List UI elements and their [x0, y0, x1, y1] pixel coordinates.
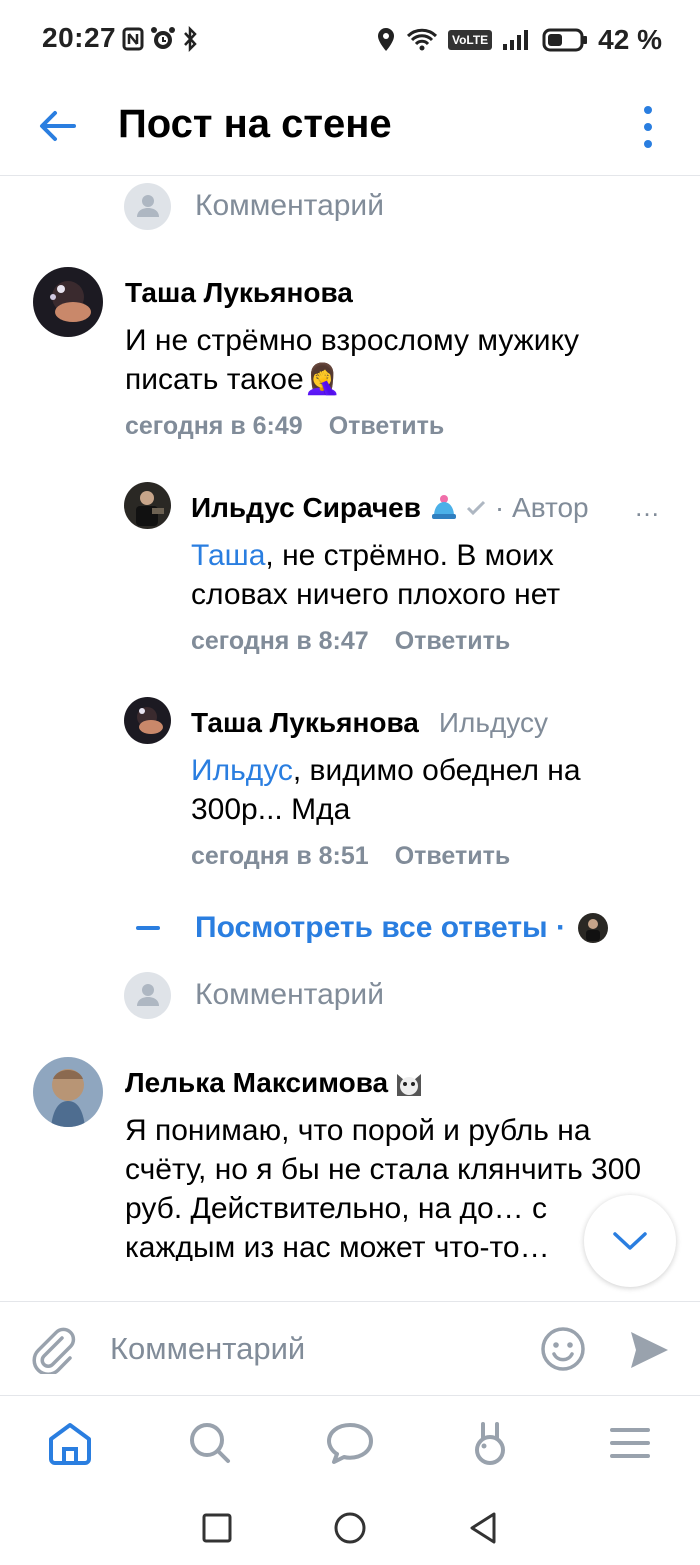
cat-emoji-icon [397, 1074, 422, 1096]
search-icon [190, 1423, 230, 1463]
battery-icon [542, 28, 588, 52]
reply-meta: сегодня в 8:51 Ответить [191, 842, 510, 871]
facepalm-emoji-icon: 🤦‍♀️ [303, 363, 342, 396]
reply-button[interactable]: Ответить [395, 627, 511, 656]
clips-bunny-icon [475, 1422, 505, 1465]
tab-home[interactable] [0, 1396, 140, 1490]
reply-more-icon[interactable]: … [634, 492, 660, 523]
comment-input-row[interactable]: Комментарий [124, 971, 384, 1019]
status-right-icons: VoLTE 42 % [376, 24, 662, 56]
user-avatar-placeholder [124, 182, 171, 230]
avatar[interactable] [124, 482, 171, 529]
comment-input[interactable] [110, 1322, 510, 1376]
chevron-down-icon [613, 1232, 647, 1250]
bluetooth-icon [184, 26, 197, 52]
emoji-button[interactable] [540, 1326, 586, 1377]
back-button[interactable] [36, 104, 80, 148]
reply-time: сегодня в 8:51 [191, 842, 369, 870]
author-name: Лелька Максимова [125, 1067, 424, 1099]
author-name: Таша Лукьянова Ильдусу [191, 707, 548, 739]
avatar[interactable] [124, 697, 171, 744]
reply-meta: сегодня в 8:47 Ответить [191, 627, 510, 656]
home-icon [49, 1423, 91, 1465]
mini-avatar [577, 913, 608, 943]
more-dot-icon [644, 140, 652, 148]
smile-icon [541, 1327, 585, 1371]
tab-clips[interactable] [420, 1396, 560, 1490]
reply-text: Ильдус, видимо обеднел на 300р... Мда [191, 751, 651, 829]
back-system-button[interactable] [467, 1511, 499, 1545]
page-title: Пост на стене [118, 102, 392, 146]
user-avatar-placeholder [124, 971, 171, 1019]
user-icon [136, 984, 159, 1006]
author-name: Ильдус Сирачев · Автор [191, 492, 589, 524]
square-icon [202, 1513, 232, 1542]
attach-button[interactable] [32, 1326, 76, 1379]
comment-text: И не стрёмно взрослому мужику писать так… [125, 321, 665, 399]
battery-percentage: 42 % [598, 24, 662, 55]
circle-icon [334, 1512, 366, 1543]
comment-placeholder: Комментарий [195, 978, 384, 1011]
nfc-icon [122, 27, 144, 51]
comment-input-row[interactable]: Комментарий [124, 182, 384, 230]
screen: 20:27 VoLTE 42 % Пост на стене Комментар… [0, 0, 700, 1565]
user-icon [136, 195, 159, 217]
status-time: 20:27 [42, 22, 117, 53]
arrow-left-icon [40, 111, 76, 141]
reply-to-label[interactable]: Ильдусу [439, 707, 548, 739]
status-bar: 20:27 VoLTE 42 % [0, 0, 700, 80]
more-dot-icon [644, 106, 652, 114]
send-icon [631, 1332, 668, 1368]
more-dot-icon [644, 123, 652, 131]
reply-text: Таша, не стрёмно. В моих словах ничего п… [191, 536, 651, 614]
tab-menu[interactable] [560, 1396, 700, 1490]
verified-check-icon [466, 500, 485, 516]
message-icon [327, 1423, 373, 1464]
author-link[interactable]: Таша Лукьянова [191, 707, 419, 739]
signal-icon [503, 30, 529, 50]
app-header: Пост на стене [0, 80, 700, 176]
avatar[interactable] [33, 267, 103, 337]
wifi-icon [406, 28, 438, 51]
triangle-back-icon [470, 1512, 496, 1543]
system-navigation-bar [0, 1490, 700, 1565]
comment-meta: сегодня в 6:49 Ответить [125, 412, 444, 441]
show-all-replies-button[interactable]: Посмотреть все ответы · [136, 911, 608, 945]
comment-placeholder: Комментарий [195, 189, 384, 222]
more-options-button[interactable] [636, 102, 660, 152]
reply-button[interactable]: Ответить [395, 842, 511, 871]
comment-text: Я понимаю, что порой и рубль на счёту, н… [125, 1114, 642, 1261]
alarm-icon [151, 27, 175, 49]
recents-button[interactable] [201, 1512, 233, 1544]
send-button[interactable] [628, 1329, 670, 1376]
location-icon [377, 28, 394, 51]
status-left-icons [122, 26, 198, 52]
avatar[interactable] [33, 1057, 103, 1127]
comment-time: сегодня в 6:49 [125, 412, 303, 440]
home-system-button[interactable] [333, 1511, 367, 1545]
author-link[interactable]: Ильдус Сирачев [191, 492, 421, 524]
author-badge: · Автор [494, 492, 589, 523]
menu-icon [610, 1428, 650, 1458]
mention-link[interactable]: Ильдус [191, 754, 293, 787]
author-name[interactable]: Таша Лукьянова [125, 277, 353, 309]
scroll-down-button[interactable] [584, 1195, 676, 1287]
comments-feed[interactable]: Комментарий Таша Лукьянова И не стрёмно … [0, 177, 700, 1301]
comment-body: И не стрёмно взрослому мужику писать так… [125, 324, 579, 396]
volte-badge: VoLTE [447, 30, 493, 50]
mention-link[interactable]: Таша [191, 539, 265, 572]
paperclip-icon [32, 1327, 76, 1376]
comment-composer [0, 1301, 700, 1395]
hat-emoji-icon [431, 495, 456, 519]
author-link[interactable]: Лелька Максимова [125, 1067, 388, 1099]
collapse-dash-icon [136, 926, 160, 930]
bottom-tab-bar [0, 1395, 700, 1490]
reply-time: сегодня в 8:47 [191, 627, 369, 655]
tab-search[interactable] [140, 1396, 280, 1490]
tab-messages[interactable] [280, 1396, 420, 1490]
show-all-replies-label: Посмотреть все ответы · [195, 911, 566, 944]
reply-button[interactable]: Ответить [329, 412, 445, 441]
